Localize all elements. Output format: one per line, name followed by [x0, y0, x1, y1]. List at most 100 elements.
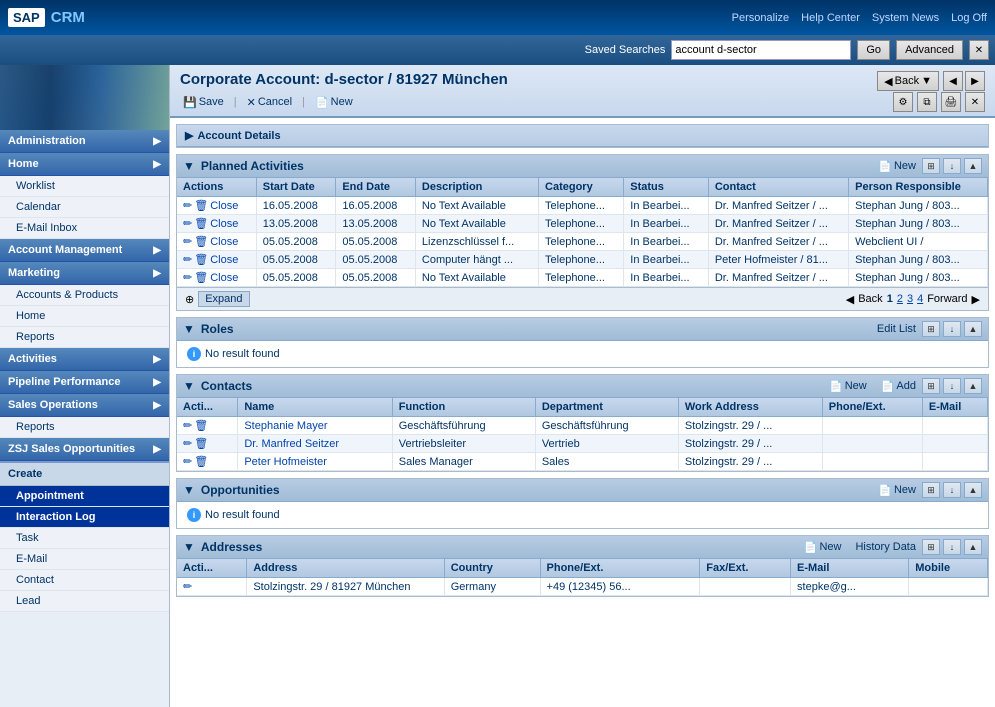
save-button[interactable]: 💾 Save [180, 95, 227, 110]
planned-activities-new-button[interactable]: 📄 New [878, 160, 916, 173]
cancel-button[interactable]: ✕ Cancel [244, 95, 295, 110]
col-contact[interactable]: Contact [708, 178, 848, 197]
sidebar-item-zsj[interactable]: ZSJ Sales Opportunities ▶ [0, 438, 169, 461]
sidebar-item-pipeline[interactable]: Pipeline Performance ▶ [0, 371, 169, 394]
contacts-new-button[interactable]: 📄 New [829, 380, 867, 393]
edit-row-button[interactable]: ✏ [183, 419, 192, 432]
edit-row-button[interactable]: ✏ [183, 217, 192, 230]
delete-row-button[interactable]: 🗑 [194, 419, 208, 432]
help-center-link[interactable]: Help Center [801, 12, 860, 24]
history-data-button[interactable]: History Data [855, 541, 916, 553]
opportunities-new-button[interactable]: 📄 New [878, 484, 916, 497]
minimize-icon[interactable]: ▲ [964, 321, 982, 337]
edit-row-button[interactable]: ✏ [183, 235, 192, 248]
col-name[interactable]: Name [238, 398, 392, 417]
delete-row-button[interactable]: 🗑 [194, 253, 208, 266]
back-button[interactable]: ◀ Back ▼ [877, 71, 939, 91]
sidebar-item-calendar[interactable]: Calendar [0, 197, 169, 218]
col-start-date[interactable]: Start Date [256, 178, 336, 197]
delete-row-button[interactable]: 🗑 [194, 217, 208, 230]
minimize-icon[interactable]: ▲ [964, 539, 982, 555]
pagination-page2[interactable]: 2 [897, 293, 903, 305]
nav-next-button[interactable]: ▶ [965, 71, 985, 91]
pagination-page4[interactable]: 4 [917, 293, 923, 305]
delete-row-button[interactable]: 🗑 [194, 199, 208, 212]
sidebar-item-email[interactable]: E-Mail [0, 549, 169, 570]
collapse-icon[interactable]: ▼ [183, 540, 195, 554]
col-work-address[interactable]: Work Address [678, 398, 822, 417]
new-button[interactable]: 📄 New [312, 95, 356, 110]
delete-row-button[interactable]: 🗑 [194, 235, 208, 248]
col-function[interactable]: Function [392, 398, 535, 417]
close-row-link[interactable]: Close [210, 236, 238, 248]
export-icon[interactable]: ↓ [943, 539, 961, 555]
col-phone[interactable]: Phone/Ext. [540, 559, 700, 578]
table-icon[interactable]: ⊞ [922, 378, 940, 394]
account-details-header[interactable]: ▶ Account Details [177, 125, 988, 147]
close-row-link[interactable]: Close [210, 218, 238, 230]
sidebar-item-administration[interactable]: Administration ▶ [0, 130, 169, 153]
edit-row-button[interactable]: ✏ [183, 580, 192, 593]
col-department[interactable]: Department [535, 398, 678, 417]
minimize-icon[interactable]: ▲ [964, 158, 982, 174]
nav-prev-button[interactable]: ◀ [943, 71, 963, 91]
sidebar-item-contact[interactable]: Contact [0, 570, 169, 591]
col-country[interactable]: Country [444, 559, 540, 578]
sidebar-item-marketing[interactable]: Marketing ▶ [0, 262, 169, 285]
go-button[interactable]: Go [857, 40, 890, 60]
close-row-link[interactable]: Close [210, 200, 238, 212]
export-icon[interactable]: ↓ [943, 158, 961, 174]
sidebar-item-activities[interactable]: Activities ▶ [0, 348, 169, 371]
col-email[interactable]: E-Mail [922, 398, 987, 417]
close-row-link[interactable]: Close [210, 254, 238, 266]
system-news-link[interactable]: System News [872, 12, 939, 24]
sidebar-item-reports2[interactable]: Reports [0, 417, 169, 438]
export-icon[interactable]: ↓ [943, 321, 961, 337]
collapse-icon[interactable]: ▼ [183, 483, 195, 497]
edit-row-button[interactable]: ✏ [183, 199, 192, 212]
col-fax[interactable]: Fax/Ext. [700, 559, 791, 578]
table-icon[interactable]: ⊞ [922, 321, 940, 337]
edit-row-button[interactable]: ✏ [183, 271, 192, 284]
table-icon[interactable]: ⊞ [922, 158, 940, 174]
delete-row-button[interactable]: 🗑 [194, 271, 208, 284]
sidebar-item-interaction-log[interactable]: Interaction Log [0, 507, 169, 528]
table-icon[interactable]: ⊞ [922, 482, 940, 498]
table-icon[interactable]: ⊞ [922, 539, 940, 555]
expand-button[interactable]: Expand [198, 291, 249, 307]
col-address[interactable]: Address [247, 559, 444, 578]
close-row-link[interactable]: Close [210, 272, 238, 284]
edit-row-button[interactable]: ✏ [183, 437, 192, 450]
personalize-link[interactable]: Personalize [732, 12, 789, 24]
col-category[interactable]: Category [539, 178, 624, 197]
col-end-date[interactable]: End Date [336, 178, 416, 197]
sidebar-item-appointment[interactable]: Appointment [0, 486, 169, 507]
sidebar-item-home2[interactable]: Home [0, 306, 169, 327]
col-email[interactable]: E-Mail [791, 559, 909, 578]
sidebar-item-lead[interactable]: Lead [0, 591, 169, 612]
col-description[interactable]: Description [415, 178, 538, 197]
edit-row-button[interactable]: ✏ [183, 253, 192, 266]
col-status[interactable]: Status [624, 178, 709, 197]
advanced-button[interactable]: Advanced [896, 40, 963, 60]
col-phone[interactable]: Phone/Ext. [822, 398, 922, 417]
collapse-icon[interactable]: ▼ [183, 379, 195, 393]
sidebar-item-home[interactable]: Home ▶ [0, 153, 169, 176]
edit-list-button[interactable]: Edit List [877, 323, 916, 335]
addresses-new-button[interactable]: 📄 New [804, 541, 842, 554]
settings-icon[interactable]: ⚙ [893, 92, 913, 112]
minimize-icon[interactable]: ▲ [964, 482, 982, 498]
contacts-add-button[interactable]: 📄 Add [881, 380, 916, 393]
sidebar-item-accounts-products[interactable]: Accounts & Products [0, 285, 169, 306]
delete-row-button[interactable]: 🗑 [194, 437, 208, 450]
sidebar-item-reports1[interactable]: Reports [0, 327, 169, 348]
close-icon[interactable]: ✕ [965, 92, 985, 112]
export-icon[interactable]: ↓ [943, 482, 961, 498]
sidebar-item-sales-ops[interactable]: Sales Operations ▶ [0, 394, 169, 417]
pagination-page3[interactable]: 3 [907, 293, 913, 305]
log-off-link[interactable]: Log Off [951, 12, 987, 24]
print-icon[interactable]: 🖨 [941, 92, 961, 112]
sidebar-item-email-inbox[interactable]: E-Mail Inbox [0, 218, 169, 239]
export-icon[interactable]: ↓ [943, 378, 961, 394]
search-close-button[interactable]: ✕ [969, 40, 989, 60]
